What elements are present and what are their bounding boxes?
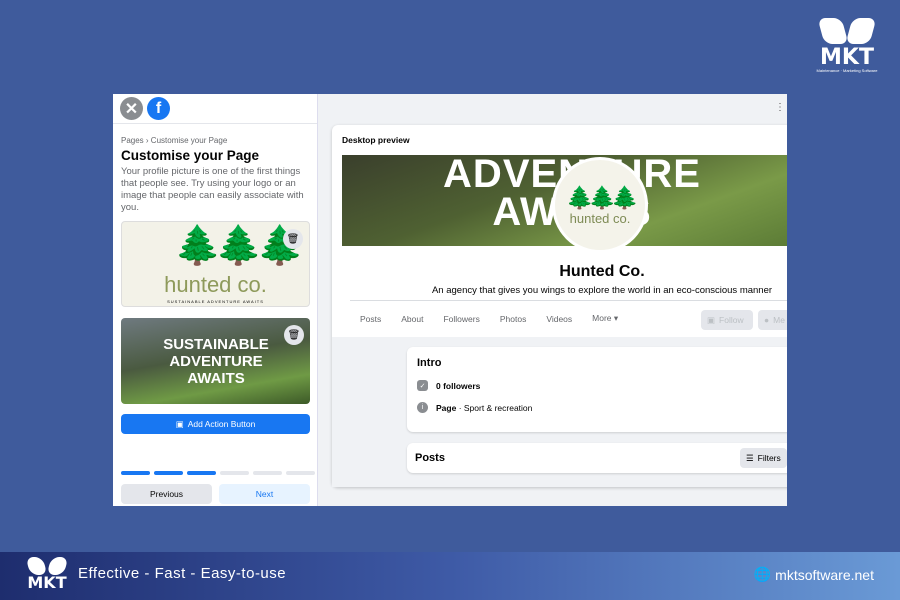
desktop-preview: Desktop preview ADVENTURE AWAITS 🌲🌲🌲hunt…	[332, 125, 787, 487]
trees-icon: 🌲🌲🌲	[174, 225, 304, 267]
message-button[interactable]: ● Me	[758, 310, 787, 330]
customise-sidebar: ✕ f Pages › Customise your Page Customis…	[113, 94, 318, 506]
tagline: Effective - Fast - Easy-to-use	[78, 565, 287, 582]
tab-more[interactable]: More ▾	[592, 313, 618, 324]
delete-cover-photo-button[interactable]: 🗑	[284, 325, 304, 345]
progress-bar	[121, 471, 315, 475]
info-icon: i	[417, 402, 428, 413]
filters-button[interactable]: ☰ Filters	[740, 448, 787, 468]
facebook-page-setup-screenshot: ✕ f Pages › Customise your Page Customis…	[113, 94, 787, 506]
add-action-button[interactable]: ▣ Add Action Button	[121, 414, 310, 434]
profile-picture-card[interactable]: 🌲🌲🌲 hunted co. SUSTAINABLE ADVENTURE AWA…	[121, 221, 310, 307]
tab-photos[interactable]: Photos	[500, 314, 526, 324]
website-link[interactable]: 🌐 mktsoftware.net	[754, 566, 874, 583]
facebook-icon: f	[147, 97, 170, 120]
page-title: Customise your Page	[121, 148, 260, 163]
tab-videos[interactable]: Videos	[546, 314, 572, 324]
delete-profile-picture-button[interactable]: 🗑	[283, 229, 303, 249]
intro-card: Intro ✓ 0 followers i Page · Sport & recre…	[407, 347, 787, 432]
tab-followers[interactable]: Followers	[443, 314, 479, 324]
previous-button[interactable]: Previous	[121, 484, 212, 504]
globe-icon: 🌐	[753, 566, 772, 582]
followers-icon: ✓	[417, 380, 428, 391]
mkt-footer-logo: MKT	[22, 556, 72, 591]
more-options-icon[interactable]: ⋮	[775, 102, 785, 113]
description: Your profile picture is one of the first…	[121, 166, 304, 213]
messenger-icon: ●	[764, 315, 770, 325]
action-icon: ▣	[175, 418, 184, 429]
page-name: Hunted Co.	[559, 263, 645, 280]
breadcrumb[interactable]: Pages › Customise your Page	[121, 136, 317, 145]
follow-icon: ▣	[707, 314, 716, 325]
profile-avatar: 🌲🌲🌲 hunted co.	[552, 157, 648, 253]
posts-card: Posts ☰ Filters	[407, 443, 787, 473]
tab-posts[interactable]: Posts	[360, 314, 381, 324]
page-tagline: An agency that gives you wings to explor…	[431, 285, 773, 296]
close-icon[interactable]: ✕	[120, 97, 143, 120]
mkt-logo: MKT Maintenance · Marketing Software	[812, 16, 882, 73]
filters-icon: ☰	[746, 452, 754, 463]
next-button[interactable]: Next	[219, 484, 310, 504]
tab-about[interactable]: About	[401, 314, 423, 324]
cover-photo-card[interactable]: SUSTAINABLE ADVENTURE AWAITS 🗑	[121, 318, 310, 404]
follow-button[interactable]: ▣ Follow	[701, 310, 753, 330]
